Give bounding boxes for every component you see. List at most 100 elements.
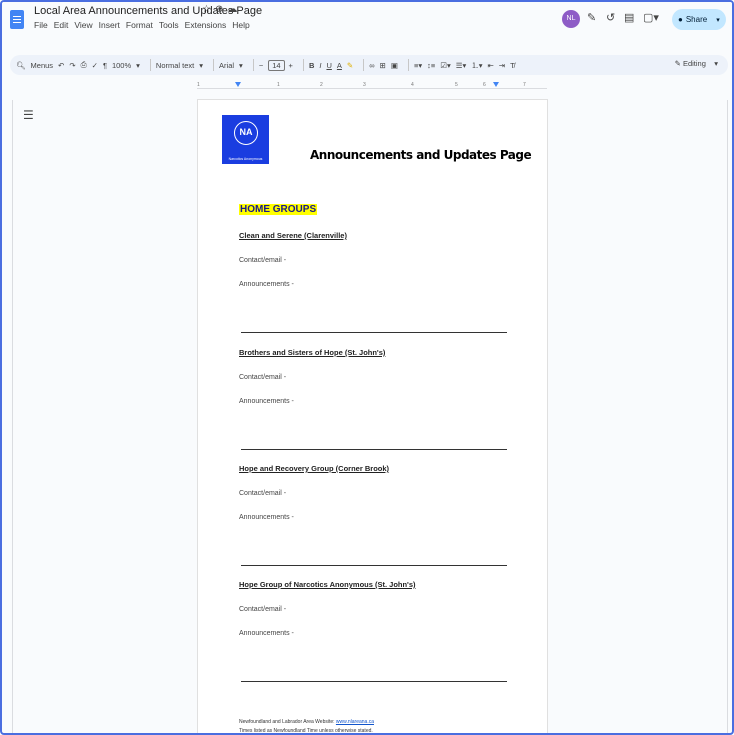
contact-field[interactable]: Contact/email - <box>239 374 385 381</box>
share-button[interactable]: ● Share ▾ <box>672 9 726 30</box>
contact-field[interactable]: Contact/email - <box>239 490 389 497</box>
editing-label: Editing <box>682 59 706 68</box>
line-spacing-icon[interactable]: ↕≡ <box>427 61 435 70</box>
menu-edit[interactable]: Edit <box>54 20 69 30</box>
increase-font-icon[interactable]: + <box>289 61 293 70</box>
ruler-tick: 4 <box>411 82 414 88</box>
app-window: Local Area Announcements and Updates Pag… <box>0 0 734 735</box>
chevron-down-icon[interactable]: ▾ <box>239 61 243 70</box>
zoom-select[interactable]: 100% <box>112 61 131 70</box>
italic-icon[interactable]: I <box>319 61 321 70</box>
history-icon[interactable]: ↺ <box>606 11 615 24</box>
menu-bar: File Edit View Insert Format Tools Exten… <box>34 20 250 30</box>
checklist-icon[interactable]: ☑▾ <box>440 61 451 70</box>
font-size-input[interactable]: 14 <box>268 59 285 71</box>
decrease-indent-icon[interactable]: ⇤ <box>488 61 494 70</box>
numbered-list-icon[interactable]: ⒈▾ <box>471 60 482 71</box>
right-indent-marker[interactable] <box>493 82 499 87</box>
cloud-status-icon[interactable]: ☁ <box>227 4 241 15</box>
document-page[interactable]: NA Narcotics Anonymous Announcements and… <box>197 99 548 734</box>
ruler-tick: 7 <box>523 82 526 88</box>
comments-icon[interactable]: ✎ <box>587 11 596 24</box>
footer-note: Times listed as Newfoundland Time unless… <box>239 728 373 734</box>
chevron-down-icon[interactable]: ▾ <box>136 61 140 70</box>
ruler-tick: 6 <box>483 82 486 88</box>
highlight-icon[interactable]: ✎ <box>347 61 353 70</box>
menu-file[interactable]: File <box>34 20 48 30</box>
document-outline-icon[interactable]: ☰ <box>23 108 34 122</box>
list-item[interactable]: Hope and Recovery Group (Corner Brook) C… <box>239 464 389 521</box>
align-icon[interactable]: ≡▾ <box>414 61 422 70</box>
increase-indent-icon[interactable]: ⇥ <box>499 61 505 70</box>
left-indent-marker[interactable] <box>235 82 241 87</box>
website-link[interactable]: www.nlareana.ca <box>336 719 374 725</box>
style-select[interactable]: Normal text <box>156 61 194 70</box>
search-icon[interactable]: 🔍︎ <box>16 61 26 70</box>
contact-field[interactable]: Contact/email - <box>239 606 416 613</box>
list-item[interactable]: Hope Group of Narcotics Anonymous (St. J… <box>239 580 416 637</box>
chevron-down-icon[interactable]: ▾ <box>199 61 203 70</box>
footer-label: Newfoundland and Labrador Area Website: <box>239 719 335 725</box>
menu-extensions[interactable]: Extensions <box>185 20 227 30</box>
formatting-toolbar: 🔍︎ Menus ↶ ↷ ⎙ ✓ ¶ 100% ▾ Normal text ▾ … <box>10 55 728 75</box>
font-select[interactable]: Arial <box>219 61 234 70</box>
divider <box>302 59 304 71</box>
list-item[interactable]: Brothers and Sisters of Hope (St. John's… <box>239 348 385 405</box>
bulleted-list-icon[interactable]: ☰▾ <box>456 61 467 70</box>
editing-mode-select[interactable]: ✎ Editing ▾ <box>675 59 718 68</box>
lock-icon: ● <box>678 15 683 24</box>
menu-format[interactable]: Format <box>126 20 153 30</box>
redo-icon[interactable]: ↷ <box>69 61 75 70</box>
group-name[interactable]: Hope and Recovery Group (Corner Brook) <box>239 464 389 473</box>
bold-icon[interactable]: B <box>309 61 314 70</box>
menu-help[interactable]: Help <box>232 20 249 30</box>
clear-formatting-icon[interactable]: T̸ <box>510 61 515 70</box>
docs-logo-icon[interactable] <box>10 10 24 29</box>
text-color-icon[interactable]: A <box>337 61 342 70</box>
announcements-field[interactable]: Announcements - <box>239 281 347 288</box>
sidebar-divider <box>12 100 13 733</box>
move-folder-icon[interactable]: ⊕ <box>215 4 227 15</box>
divider <box>241 681 507 682</box>
na-logo: NA Narcotics Anonymous <box>222 115 269 164</box>
undo-icon[interactable]: ↶ <box>58 61 64 70</box>
avatar[interactable]: NL <box>562 10 580 28</box>
contact-field[interactable]: Contact/email - <box>239 257 347 264</box>
star-icon[interactable]: ☆ <box>202 4 215 15</box>
comment-icon[interactable]: ⊞ <box>380 61 386 70</box>
print-icon[interactable]: ⎙ <box>81 60 87 70</box>
comment-history-icon[interactable]: ▤ <box>624 11 634 24</box>
section-title[interactable]: HOME GROUPS <box>239 204 318 215</box>
group-name[interactable]: Brothers and Sisters of Hope (St. John's… <box>239 348 385 357</box>
list-item[interactable]: Clean and Serene (Clarenville) Contact/e… <box>239 231 347 288</box>
search-menus-label[interactable]: Menus <box>31 61 54 70</box>
scrollbar[interactable] <box>727 100 728 733</box>
underline-icon[interactable]: U <box>326 61 331 70</box>
page-title[interactable]: Announcements and Updates Page <box>310 148 532 162</box>
ruler-tick: 3 <box>363 82 366 88</box>
divider <box>252 59 254 71</box>
ruler-tick: 5 <box>455 82 458 88</box>
ruler-tick: 1 <box>197 82 200 88</box>
divider <box>407 59 409 71</box>
link-icon[interactable]: ∞ <box>369 61 374 70</box>
spellcheck-icon[interactable]: ✓ <box>92 61 98 70</box>
chevron-down-icon[interactable]: ▾ <box>716 16 720 24</box>
paint-format-icon[interactable]: ¶ <box>103 61 107 70</box>
ruler-line <box>197 88 547 89</box>
group-name[interactable]: Hope Group of Narcotics Anonymous (St. J… <box>239 580 416 589</box>
divider <box>241 449 507 450</box>
group-name[interactable]: Clean and Serene (Clarenville) <box>239 231 347 240</box>
announcements-field[interactable]: Announcements - <box>239 630 416 637</box>
ruler[interactable]: 1 1 2 3 4 5 6 7 <box>197 82 547 92</box>
ruler-tick: 1 <box>277 82 280 88</box>
meet-icon[interactable]: ▢▾ <box>643 11 659 24</box>
menu-tools[interactable]: Tools <box>159 20 179 30</box>
announcements-field[interactable]: Announcements - <box>239 514 389 521</box>
menu-insert[interactable]: Insert <box>99 20 120 30</box>
logo-caption: Narcotics Anonymous <box>228 157 263 161</box>
menu-view[interactable]: View <box>74 20 92 30</box>
decrease-font-icon[interactable]: − <box>259 61 263 70</box>
image-icon[interactable]: ▣ <box>391 61 398 70</box>
announcements-field[interactable]: Announcements - <box>239 398 385 405</box>
